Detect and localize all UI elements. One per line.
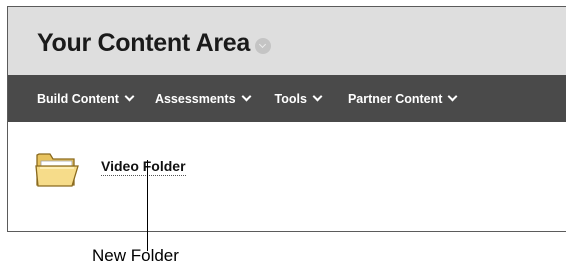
build-content-label: Build Content bbox=[37, 91, 119, 106]
chevron-down-icon[interactable] bbox=[254, 37, 271, 54]
assessments-menu[interactable]: Assessments bbox=[154, 91, 251, 106]
partner-content-menu[interactable]: Partner Content bbox=[347, 91, 458, 106]
tools-label: Tools bbox=[274, 91, 307, 106]
action-bar: Build Content Assessments Tools Partner … bbox=[8, 75, 566, 122]
content-area-panel: Your Content Area Build Content Assessme… bbox=[7, 6, 566, 232]
chevron-down-icon bbox=[312, 91, 323, 102]
title-row: Your Content Area bbox=[37, 29, 271, 58]
video-folder-link[interactable]: Video Folder bbox=[101, 158, 186, 176]
build-content-menu[interactable]: Build Content bbox=[37, 91, 135, 106]
callout-label: New Folder bbox=[92, 246, 179, 265]
folder-icon bbox=[34, 147, 82, 196]
callout-pointer-line bbox=[147, 160, 148, 251]
chevron-down-icon bbox=[447, 91, 458, 102]
content-area-header: Your Content Area bbox=[8, 7, 566, 75]
tools-menu[interactable]: Tools bbox=[274, 91, 323, 106]
partner-content-label: Partner Content bbox=[347, 91, 443, 106]
page-title: Your Content Area bbox=[37, 29, 250, 57]
chevron-down-icon bbox=[124, 91, 135, 102]
chevron-down-icon bbox=[241, 91, 251, 102]
content-list: Video Folder bbox=[8, 122, 566, 231]
assessments-label: Assessments bbox=[154, 91, 236, 106]
